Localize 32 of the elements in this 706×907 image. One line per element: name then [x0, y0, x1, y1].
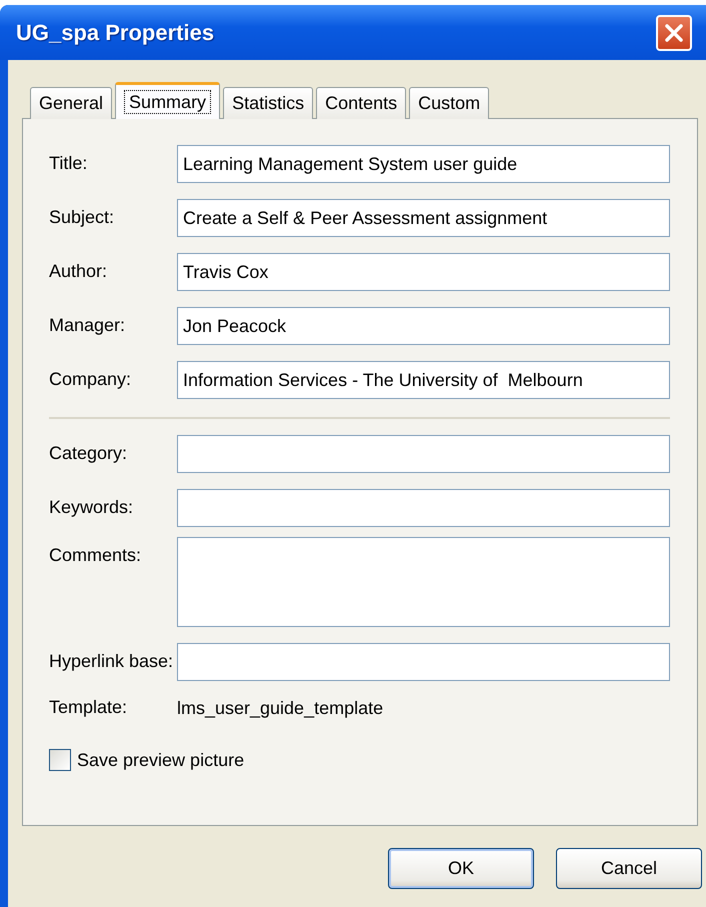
tab[interactable]: Custom: [409, 87, 490, 119]
input-field[interactable]: Information Services - The University of Melbourn: [177, 361, 670, 399]
field-label: Title:: [49, 153, 88, 175]
field-label: Template:: [49, 697, 128, 719]
template-name: lms_user_guide_template: [177, 698, 384, 718]
dialog-button[interactable]: Cancel: [556, 848, 702, 889]
dialog-button[interactable]: OK: [388, 848, 534, 889]
field-label: Keywords:: [49, 497, 134, 519]
tab[interactable]: Statistics: [223, 87, 314, 119]
input-field[interactable]: Create a Self & Peer Assessment assignment: [177, 199, 670, 237]
checkbox[interactable]: [49, 749, 71, 771]
field-label: Author:: [49, 261, 108, 283]
comments-field[interactable]: [177, 537, 670, 627]
tab[interactable]: Summary: [115, 82, 220, 119]
close-icon: [663, 22, 685, 44]
field-label: Manager:: [49, 315, 126, 337]
input-field[interactable]: Jon Peacock: [177, 307, 670, 345]
field-label: Comments:: [49, 544, 142, 567]
close-button[interactable]: [656, 14, 692, 50]
tab[interactable]: General: [30, 87, 112, 119]
checkbox-label[interactable]: Save preview picture: [77, 750, 244, 770]
input-field[interactable]: Travis Cox: [177, 253, 670, 291]
field-label: Hyperlink base:: [49, 651, 174, 673]
field-label: Company:: [49, 369, 132, 391]
input-field[interactable]: Learning Management System user guide: [177, 145, 670, 183]
tab[interactable]: Contents: [316, 87, 406, 119]
input-field[interactable]: [177, 435, 670, 473]
field-label: Category:: [49, 443, 128, 465]
window-title: UG_spa Properties: [16, 20, 216, 46]
field-label: Subject:: [49, 207, 116, 229]
input-field[interactable]: [177, 643, 670, 681]
input-field[interactable]: [177, 489, 670, 527]
